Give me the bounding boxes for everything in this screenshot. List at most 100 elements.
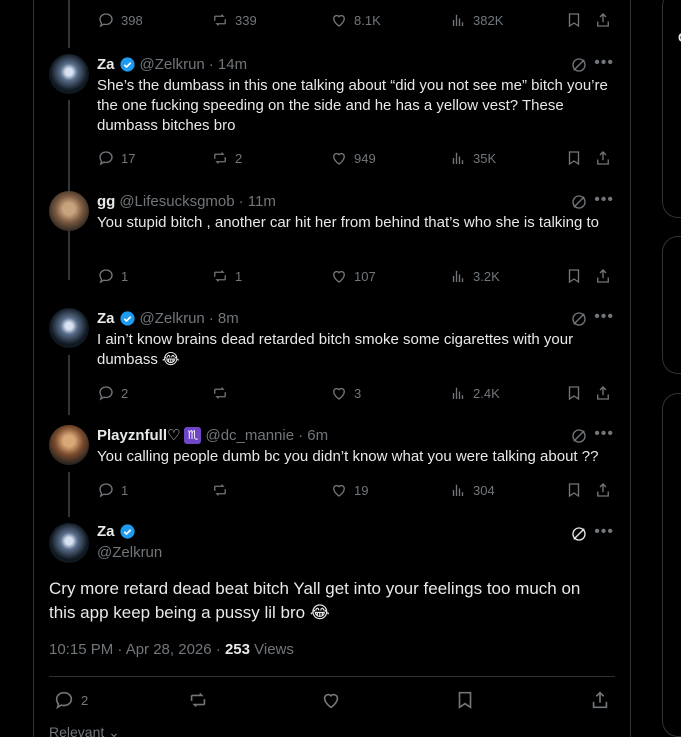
author-name[interactable]: Za [97,310,115,327]
reply-icon [55,691,73,710]
bookmark-button[interactable] [565,11,583,29]
bookmark-button[interactable] [565,267,583,285]
share-button[interactable] [594,267,612,285]
views-button[interactable]: 304 [449,481,495,499]
tweet-time[interactable]: · 6m [298,427,328,444]
share-button[interactable] [594,384,612,402]
like-button[interactable]: 8.1K [330,11,381,29]
views-button[interactable]: 35K [449,149,496,167]
like-button[interactable]: 19 [330,481,368,499]
tweet-time[interactable]: · 8m [209,310,239,327]
grok-icon[interactable] [570,193,588,211]
repost-button[interactable]: 2 [211,149,242,167]
repost-count: 339 [235,12,257,28]
more-icon[interactable]: ••• [594,425,614,443]
like-icon [333,484,345,497]
author-handle[interactable]: @Lifesucksgmob [119,193,234,210]
views-icon [452,270,464,282]
reply-icon [99,269,113,284]
bookmark-icon [568,151,580,166]
views-button[interactable]: 2.4K [449,384,500,402]
like-button[interactable] [320,689,342,711]
reply-button[interactable]: 1 [97,267,128,285]
sidebar-card [662,393,681,737]
bookmark-button[interactable] [565,149,583,167]
views-count: 3.2K [473,268,500,284]
repost-button[interactable]: 339 [211,11,257,29]
grok-icon[interactable] [570,310,588,328]
repost-button[interactable] [211,384,235,402]
avatar[interactable] [49,425,89,465]
tweet-time[interactable]: · 11m [239,193,276,210]
reply-button[interactable]: 1 [97,481,128,499]
grok-icon[interactable] [570,525,588,543]
tweet-text: She’s the dumbass in this one talking ab… [97,77,608,134]
views-label: Views [249,641,294,658]
author-name[interactable]: gg [97,193,115,210]
reply-icon [99,13,113,28]
author-handle[interactable]: @Zelkrun [97,544,162,561]
more-icon[interactable]: ••• [594,54,614,72]
repost-count: 2 [235,150,243,166]
reply-button[interactable]: 17 [97,149,135,167]
bookmark-icon [568,483,580,498]
repost-button[interactable] [187,689,209,711]
reply-button[interactable]: 398 [97,11,143,29]
avatar[interactable] [49,54,89,94]
like-count: 19 [354,482,369,498]
author-name[interactable]: Playznfull♡ [97,426,180,444]
repost-button[interactable] [211,481,235,499]
like-button[interactable]: 3 [330,384,361,402]
bookmark-button[interactable] [565,384,583,402]
author-name[interactable]: Za [97,523,115,540]
views-button[interactable]: 382K [449,11,503,29]
tweet-text: You calling people dumb bc you didn’t kn… [97,448,599,465]
bookmark-button[interactable] [454,689,476,711]
repost-count: 1 [235,268,243,284]
tweet-header: Playznfull♡ ♏ @dc_mannie · 6m [97,425,328,445]
avatar[interactable] [49,523,89,563]
sort-replies-dropdown[interactable]: Relevant ⌄ [49,724,120,737]
share-button[interactable] [594,481,612,499]
thread-line [68,0,70,48]
repost-icon [214,387,226,399]
views-count: 253 [224,641,250,658]
tweet-text: Cry more retard dead beat bitch Yall get… [49,579,581,622]
reply-icon [99,151,113,166]
repost-icon [214,270,226,282]
like-button[interactable]: 107 [330,267,376,285]
share-button[interactable] [589,689,611,711]
like-button[interactable]: 949 [330,149,376,167]
more-icon[interactable]: ••• [594,523,614,541]
more-icon[interactable]: ••• [594,308,614,326]
repost-icon [214,14,226,26]
repost-icon [214,152,226,164]
avatar[interactable] [49,308,89,348]
repost-button[interactable]: 1 [211,267,242,285]
author-name[interactable]: Za [97,56,115,73]
sort-label: Relevant [49,724,105,737]
share-button[interactable] [594,149,612,167]
views-button[interactable]: 3.2K [449,267,500,285]
tweet-actions: 2 3 2.4K [97,381,643,405]
reply-count: 17 [121,150,136,166]
tweet-time[interactable]: · 14m [209,56,247,73]
reply-button[interactable]: 2 [53,689,88,711]
like-icon [333,270,345,283]
avatar[interactable] [49,191,89,231]
tweet-actions: 1 19 304 [97,478,643,502]
grok-icon[interactable] [570,56,588,74]
author-handle[interactable]: @dc_mannie [205,427,294,444]
reply-button[interactable]: 2 [97,384,128,402]
more-icon[interactable]: ••• [594,191,614,209]
author-handle[interactable]: @Zelkrun [140,310,205,327]
focused-tweet: Za @Zelkrun ••• Cry more retard dead bea… [33,515,631,737]
author-handle[interactable]: @Zelkrun [140,56,205,73]
share-icon [597,151,609,165]
tweet-timestamp[interactable]: 10:15 PM · Apr 28, 2026 · [49,641,225,658]
grok-icon[interactable] [570,427,588,445]
bookmark-button[interactable] [565,481,583,499]
reply-count: 2 [81,692,89,708]
reply-count: 1 [121,482,129,498]
share-button[interactable] [594,11,612,29]
